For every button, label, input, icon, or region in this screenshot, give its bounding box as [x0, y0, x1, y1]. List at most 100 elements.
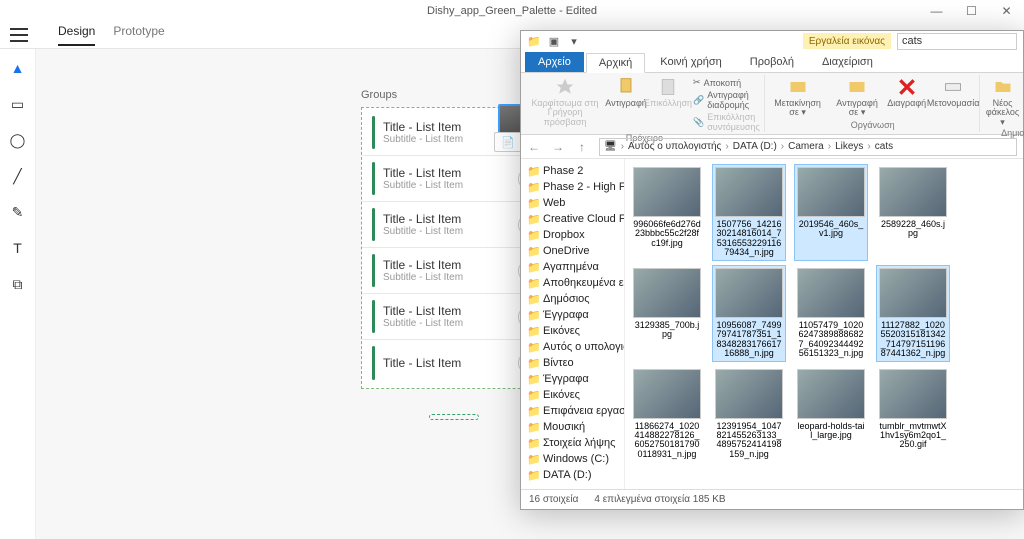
- tab-design[interactable]: Design: [58, 24, 95, 46]
- file-thumbnail: [797, 268, 865, 318]
- file-item[interactable]: 11127882_10205520315181342_7147971511968…: [877, 266, 949, 361]
- file-name: 11127882_10205520315181342_7147971511968…: [879, 321, 947, 359]
- contextual-tab-image-tools[interactable]: Εργαλεία εικόνας: [803, 33, 891, 49]
- folder-icon: 📁: [527, 341, 539, 353]
- status-bar: 16 στοιχεία 4 επιλεγμένα στοιχεία 185 KB: [521, 489, 1023, 509]
- tab-view[interactable]: Προβολή: [737, 52, 807, 72]
- rename-button[interactable]: Μετονομασία: [932, 77, 975, 108]
- tree-node[interactable]: 📁Dropbox: [521, 227, 624, 243]
- folder-icon: 📁: [527, 469, 539, 481]
- tab-share[interactable]: Κοινή χρήση: [647, 52, 735, 72]
- file-name: 2019546_460s_v1.jpg: [797, 220, 865, 239]
- tree-node[interactable]: 📁Αυτός ο υπολογισ: [521, 339, 624, 355]
- tree-node[interactable]: 📁OneDrive: [521, 243, 624, 259]
- qat-newfolder-icon[interactable]: ▾: [567, 34, 581, 48]
- file-item[interactable]: 996066fe6d276d23bbbc55c2f28fc19f.jpg: [631, 165, 703, 260]
- tree-node[interactable]: 📁Εικόνες: [521, 323, 624, 339]
- delete-button[interactable]: Διαγραφή: [890, 77, 924, 108]
- tree-node[interactable]: 📁Phase 2 - High Fi: [521, 179, 624, 195]
- tree-node[interactable]: 📁Αγαπημένα: [521, 259, 624, 275]
- breadcrumb[interactable]: 🖥 ›Αυτός ο υπολογιστής ›DATA (D:) ›Camer…: [599, 138, 1017, 156]
- minimize-button[interactable]: —: [919, 0, 954, 21]
- nav-back-button[interactable]: ←: [527, 140, 541, 154]
- folder-icon: 📁: [527, 405, 539, 417]
- file-name: 1507756_1421630214816014_753165532291167…: [715, 220, 783, 258]
- maximize-button[interactable]: ☐: [954, 0, 989, 21]
- line-tool[interactable]: ╱: [9, 167, 27, 185]
- file-item[interactable]: 12391954_1047821455263133_48957524141981…: [713, 367, 785, 462]
- pen-tool[interactable]: ✎: [9, 203, 27, 221]
- tree-node[interactable]: 📁Windows (C:): [521, 451, 624, 467]
- file-name: 11057479_102062473898886827_640923444925…: [797, 321, 865, 359]
- folder-icon: 📁: [527, 373, 539, 385]
- explorer-titlebar[interactable]: 📁 ▣ ▾ Εργαλεία εικόνας cats: [521, 31, 1023, 51]
- pin-button[interactable]: Καρφίτσωμα στη Γρήγορη πρόσβαση: [529, 77, 601, 127]
- tab-file[interactable]: Αρχείο: [525, 52, 584, 72]
- folder-icon: 📁: [527, 181, 539, 193]
- tree-node[interactable]: 📁Μουσική: [521, 419, 624, 435]
- copy-to-button[interactable]: Αντιγραφή σε ▾: [832, 77, 881, 118]
- file-thumbnail: [797, 369, 865, 419]
- file-item[interactable]: 2019546_460s_v1.jpg: [795, 165, 867, 260]
- file-name: 996066fe6d276d23bbbc55c2f28fc19f.jpg: [633, 220, 701, 248]
- tree-node[interactable]: 📁Επιφάνεια εργασ: [521, 403, 624, 419]
- file-item[interactable]: 2589228_460s.jpg: [877, 165, 949, 260]
- groups-frame-label: Groups: [361, 89, 397, 101]
- folder-icon: 📁: [527, 277, 539, 289]
- file-item[interactable]: 3129385_700b.jpg: [631, 266, 703, 361]
- rect-tool[interactable]: ▭: [9, 95, 27, 113]
- tree-node[interactable]: 📁Creative Cloud File: [521, 211, 624, 227]
- status-count: 16 στοιχεία: [529, 494, 578, 505]
- file-thumbnail: [633, 268, 701, 318]
- copy-path-button[interactable]: 🔗 Αντιγραφή διαδρομής: [693, 90, 760, 110]
- file-name: 11866274_1020414882278126_60527501817900…: [633, 422, 701, 460]
- tab-home[interactable]: Αρχική: [586, 53, 645, 73]
- ellipse-tool[interactable]: ◯: [9, 131, 27, 149]
- folder-icon: 📁: [527, 165, 539, 177]
- artboard-tool[interactable]: ⧉: [9, 275, 27, 293]
- file-item[interactable]: 11057479_102062473898886827_640923444925…: [795, 266, 867, 361]
- file-item[interactable]: 11866274_1020414882278126_60527501817900…: [631, 367, 703, 462]
- file-item[interactable]: 10956087_749979741787351_183482831766171…: [713, 266, 785, 361]
- file-thumbnail: [715, 167, 783, 217]
- tree-node[interactable]: 📁Βίντεο: [521, 355, 624, 371]
- file-item[interactable]: leopard-holds-tail_large.jpg: [795, 367, 867, 462]
- copy-button[interactable]: Αντιγραφή: [609, 77, 643, 108]
- slider-handle[interactable]: [429, 414, 479, 420]
- paste-button[interactable]: Επικόλληση: [651, 77, 685, 108]
- status-selected: 4 επιλεγμένα στοιχεία 185 KB: [594, 494, 725, 505]
- tab-prototype[interactable]: Prototype: [113, 24, 164, 46]
- nav-up-button[interactable]: ↑: [575, 140, 589, 154]
- tree-node[interactable]: 📁Εικόνες: [521, 387, 624, 403]
- text-tool[interactable]: T: [9, 239, 27, 257]
- paste-shortcut-button[interactable]: 📎 Επικόλληση συντόμευσης: [693, 112, 760, 132]
- cut-button[interactable]: ✂ Αποκοπή: [693, 77, 760, 88]
- tree-node[interactable]: 📁Στοιχεία λήψης: [521, 435, 624, 451]
- folder-icon: 📁: [527, 34, 541, 48]
- qat-properties-icon[interactable]: ▣: [547, 34, 561, 48]
- tree-node[interactable]: 📁Έγγραφα: [521, 307, 624, 323]
- menu-icon[interactable]: [10, 28, 28, 42]
- file-thumbnail: [715, 369, 783, 419]
- file-explorer-window[interactable]: 📁 ▣ ▾ Εργαλεία εικόνας cats Αρχείο Αρχικ…: [520, 30, 1024, 510]
- folder-icon: 📁: [527, 437, 539, 449]
- tab-manage[interactable]: Διαχείριση: [809, 52, 886, 72]
- tree-node[interactable]: 📁DATA (D:): [521, 467, 624, 483]
- tree-node[interactable]: 📁Αποθηκευμένα ε: [521, 275, 624, 291]
- file-grid[interactable]: 996066fe6d276d23bbbc55c2f28fc19f.jpg 1507…: [625, 159, 1023, 489]
- tree-node[interactable]: 📁Δημόσιος: [521, 291, 624, 307]
- search-input[interactable]: cats: [897, 33, 1017, 50]
- close-button[interactable]: ✕: [989, 0, 1024, 21]
- tree-node[interactable]: 📁Phase 2: [521, 163, 624, 179]
- ribbon-tabs: Αρχείο Αρχική Κοινή χρήση Προβολή Διαχεί…: [521, 51, 1023, 73]
- select-tool[interactable]: ▲: [9, 59, 27, 77]
- new-folder-button[interactable]: Νέος φάκελος ▾: [986, 77, 1020, 127]
- file-item[interactable]: tumblr_mvtmwtX1hv1sy6m2qo1_250.gif: [877, 367, 949, 462]
- file-item[interactable]: 1507756_1421630214816014_753165532291167…: [713, 165, 785, 260]
- tree-node[interactable]: 📁Web: [521, 195, 624, 211]
- tree-node[interactable]: 📁Έγγραφα: [521, 371, 624, 387]
- folder-icon: 📁: [527, 421, 539, 433]
- nav-forward-button[interactable]: →: [551, 140, 565, 154]
- nav-tree[interactable]: 📁Phase 2📁Phase 2 - High Fi📁Web📁Creative …: [521, 159, 625, 489]
- move-to-button[interactable]: Μετακίνηση σε ▾: [771, 77, 825, 118]
